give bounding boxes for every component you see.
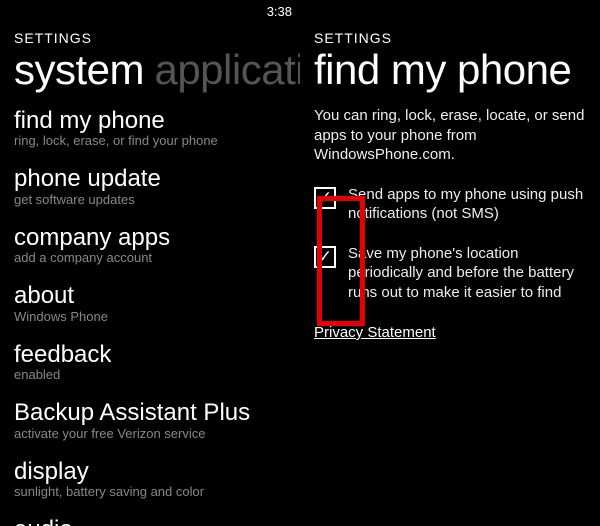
- checkbox-save-location[interactable]: ✓ Save my phone's location periodically …: [300, 244, 600, 303]
- settings-item-about[interactable]: about Windows Phone: [14, 283, 286, 323]
- item-sub: enabled: [14, 368, 286, 382]
- item-sub: get software updates: [14, 193, 286, 207]
- pivot-system[interactable]: system: [14, 46, 144, 93]
- item-title: audio: [14, 517, 286, 526]
- find-my-phone-screen: SETTINGS find my phone You can ring, loc…: [300, 0, 600, 526]
- header-label: SETTINGS: [0, 22, 300, 46]
- item-title: Backup Assistant Plus: [14, 400, 286, 425]
- header-label: SETTINGS: [300, 22, 600, 46]
- item-sub: add a company account: [14, 251, 286, 265]
- item-sub: activate your free Verizon service: [14, 427, 286, 441]
- privacy-statement-link[interactable]: Privacy Statement: [300, 324, 450, 341]
- settings-item-phone-update[interactable]: phone update get software updates: [14, 166, 286, 206]
- checkbox-box[interactable]: ✓: [314, 246, 336, 268]
- pivot-applications[interactable]: application: [154, 46, 300, 93]
- settings-item-find-my-phone[interactable]: find my phone ring, lock, erase, or find…: [14, 108, 286, 148]
- status-bar: [300, 0, 600, 22]
- settings-item-backup-assistant-plus[interactable]: Backup Assistant Plus activate your free…: [14, 400, 286, 440]
- item-sub: Windows Phone: [14, 310, 286, 324]
- settings-item-audio[interactable]: audio equalizer and Dolby Headphone: [14, 517, 286, 526]
- item-title: phone update: [14, 166, 286, 191]
- item-title: find my phone: [14, 108, 286, 133]
- item-title: display: [14, 459, 286, 484]
- page-title: find my phone: [314, 46, 571, 93]
- settings-system-screen: 3:38 SETTINGS system application find my…: [0, 0, 300, 526]
- settings-item-company-apps[interactable]: company apps add a company account: [14, 225, 286, 265]
- item-sub: sunlight, battery saving and color: [14, 485, 286, 499]
- checkbox-label: Send apps to my phone using push notific…: [348, 185, 586, 224]
- status-bar: 3:38: [0, 0, 300, 22]
- checkbox-box[interactable]: ✓: [314, 187, 336, 209]
- settings-item-display[interactable]: display sunlight, battery saving and col…: [14, 459, 286, 499]
- page-title-row: find my phone: [300, 46, 600, 94]
- item-sub: ring, lock, erase, or find your phone: [14, 134, 286, 148]
- checkbox-label: Save my phone's location periodically an…: [348, 244, 586, 303]
- description-text: You can ring, lock, erase, locate, or se…: [300, 94, 600, 165]
- checkbox-push-notifications[interactable]: ✓ Send apps to my phone using push notif…: [300, 185, 600, 224]
- check-icon: ✓: [318, 248, 332, 265]
- settings-list: find my phone ring, lock, erase, or find…: [0, 94, 300, 526]
- item-title: company apps: [14, 225, 286, 250]
- item-title: about: [14, 283, 286, 308]
- status-time: 3:38: [267, 4, 292, 19]
- pivot-header[interactable]: system application: [0, 46, 300, 94]
- item-title: feedback: [14, 342, 286, 367]
- settings-item-feedback[interactable]: feedback enabled: [14, 342, 286, 382]
- check-icon: ✓: [318, 189, 332, 206]
